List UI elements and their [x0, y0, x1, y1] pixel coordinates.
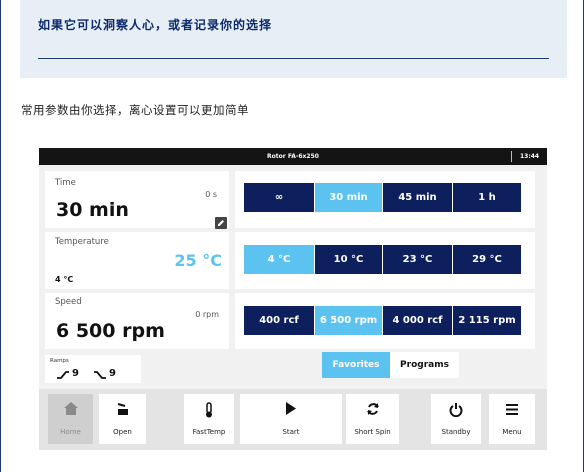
bottom-nav: Home Open FastTemp Start Short Spin Stan… — [39, 389, 547, 450]
speed-preset-2[interactable]: 4 000 rcf — [383, 306, 452, 335]
temperature-card[interactable]: Temperature 25 °C 4 °C — [45, 232, 229, 289]
fasttemp-label: FastTemp — [192, 428, 226, 436]
power-icon — [431, 402, 481, 420]
headline-divider — [38, 58, 549, 59]
time-preset-1[interactable]: 30 min — [315, 183, 382, 212]
time-label: Time — [55, 178, 76, 188]
temperature-preset-2[interactable]: 23 °C — [383, 245, 452, 274]
clock: 13:44 — [520, 153, 540, 160]
ramps-label: Ramps — [50, 358, 69, 364]
temperature-preset-1[interactable]: 10 °C — [315, 245, 382, 274]
article-frame: 如果它可以洞察人心，或者记录你的选择 常用参数由你选择，离心设置可以更加简单 R… — [0, 0, 584, 472]
time-preset-3[interactable]: 1 h — [453, 183, 521, 212]
thermometer-icon — [184, 402, 234, 421]
ramp-down-value: 9 — [109, 368, 116, 379]
rotor-label: Rotor FA-6x250 — [267, 153, 319, 160]
home-label: Home — [60, 428, 81, 436]
standby-button[interactable]: Standby — [431, 394, 481, 444]
menu-button[interactable]: Menu — [489, 394, 535, 444]
open-label: Open — [113, 428, 132, 436]
speed-value: 6 500 rpm — [56, 320, 165, 342]
temperature-label: Temperature — [55, 237, 109, 247]
temperature-preset-0[interactable]: 4 °C — [244, 245, 314, 274]
speed-preset-1[interactable]: 6 500 rpm — [315, 306, 382, 335]
speed-label: Speed — [55, 297, 82, 307]
open-button[interactable]: Open — [99, 394, 146, 444]
temperature-actual: 4 °C — [55, 275, 74, 284]
headline-banner: 如果它可以洞察人心，或者记录你的选择 — [20, 0, 567, 78]
status-bar: Rotor FA-6x250 13:44 — [39, 148, 547, 165]
time-preset-0[interactable]: ∞ — [244, 183, 314, 212]
time-card[interactable]: Time 0 s 30 min — [45, 171, 229, 229]
ramps-card[interactable]: Ramps 9 9 — [45, 355, 141, 383]
tab-programs[interactable]: Programs — [390, 352, 459, 378]
status-divider — [511, 151, 512, 162]
menu-label: Menu — [502, 428, 522, 436]
ramp-down-icon — [94, 371, 106, 379]
speed-actual: 0 rpm — [195, 310, 219, 319]
edit-icon[interactable] — [215, 217, 227, 229]
temperature-setpoint: 25 °C — [174, 251, 222, 270]
intro-text: 常用参数由你选择，离心设置可以更加简单 — [21, 103, 249, 117]
speed-card[interactable]: Speed 0 rpm 6 500 rpm — [45, 293, 229, 349]
play-icon — [240, 402, 342, 418]
centrifuge-screen: Rotor FA-6x250 13:44 Time 0 s 30 min Tem… — [39, 148, 547, 450]
spin-icon — [346, 402, 399, 419]
short-spin-label: Short Spin — [354, 428, 391, 436]
headline-title: 如果它可以洞察人心，或者记录你的选择 — [38, 18, 273, 32]
speed-preset-0[interactable]: 400 rcf — [244, 306, 314, 335]
fasttemp-button[interactable]: FastTemp — [184, 394, 234, 444]
start-label: Start — [282, 428, 300, 436]
ramp-up-value: 9 — [72, 368, 79, 379]
standby-label: Standby — [441, 428, 471, 436]
speed-preset-3[interactable]: 2 115 rpm — [453, 306, 521, 335]
tab-favorites[interactable]: Favorites — [322, 352, 390, 378]
time-preset-2[interactable]: 45 min — [383, 183, 452, 212]
favorites-programs-toggle: Favorites Programs — [322, 352, 459, 378]
time-actual: 0 s — [205, 190, 217, 199]
temperature-preset-3[interactable]: 29 °C — [453, 245, 521, 274]
home-icon — [48, 402, 93, 418]
time-value: 30 min — [56, 199, 129, 221]
start-button[interactable]: Start — [240, 394, 342, 444]
short-spin-button[interactable]: Short Spin — [346, 394, 399, 444]
ramp-up-icon — [57, 371, 69, 379]
lid-open-icon — [99, 402, 146, 419]
home-button[interactable]: Home — [48, 394, 93, 444]
menu-icon — [489, 402, 535, 418]
